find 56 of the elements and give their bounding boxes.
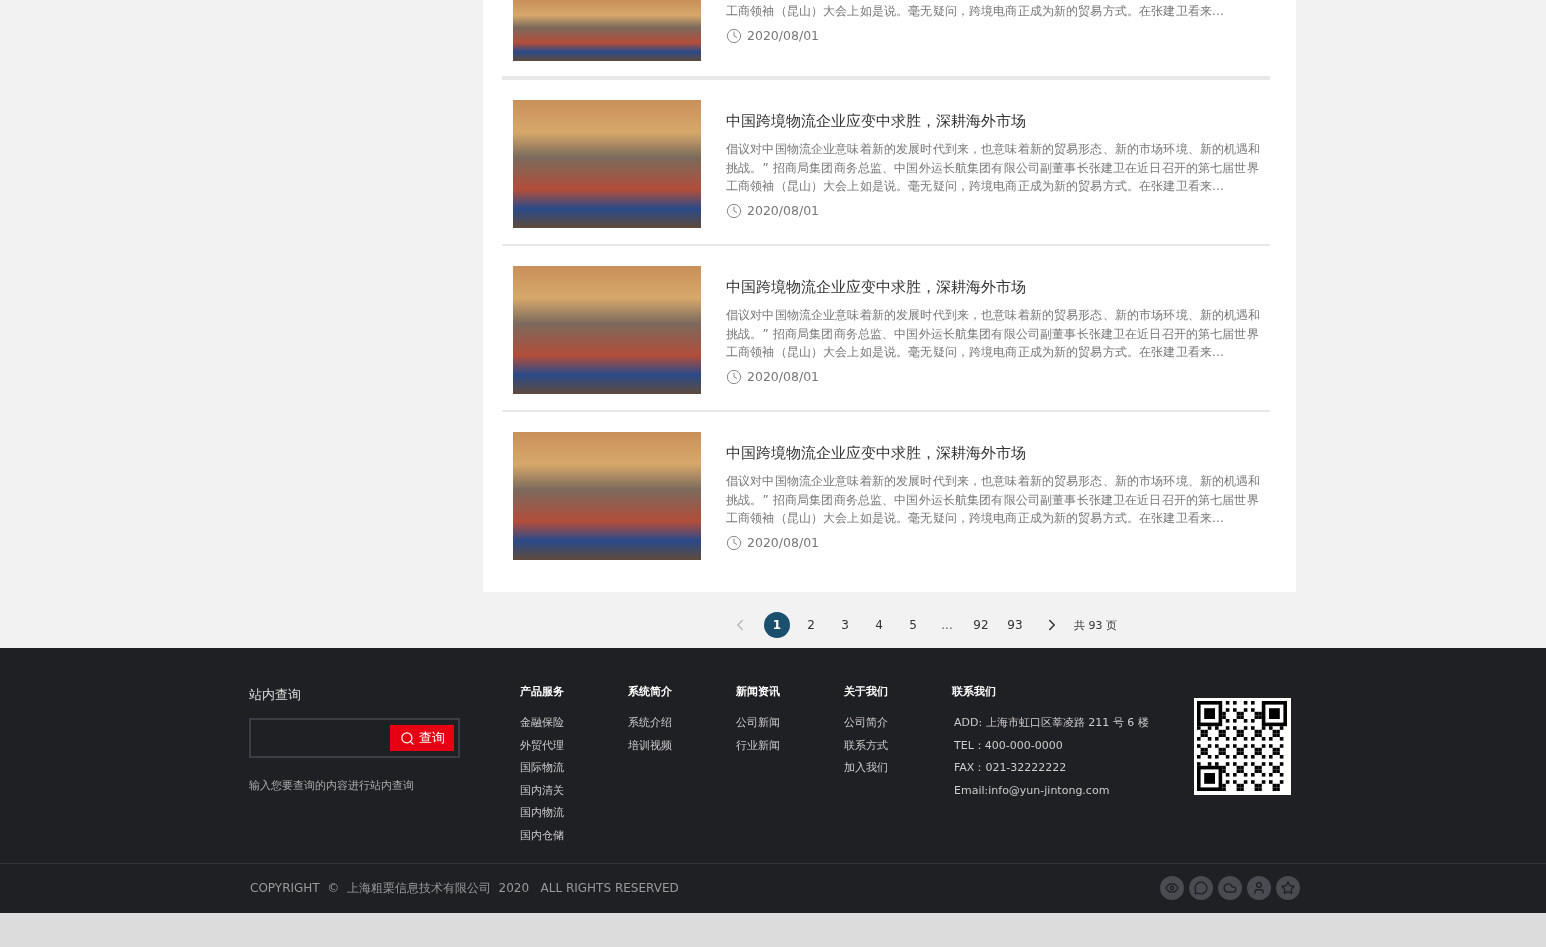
footer-link[interactable]: 外贸代理 (520, 737, 628, 755)
article-date: 2020/08/01 (747, 203, 820, 219)
page-button[interactable]: 4 (866, 612, 892, 638)
footer-link[interactable]: 国内清关 (520, 782, 628, 800)
search-hint: 输入您要查询的内容进行站内查询 (249, 778, 415, 793)
footer-column-title: 产品服务 (520, 684, 565, 699)
article-date: 2020/08/01 (747, 369, 820, 385)
footer-link[interactable]: 公司新闻 (736, 715, 844, 732)
article-date: 2020/08/01 (747, 535, 820, 551)
page-button[interactable]: 1 (764, 612, 790, 638)
article-date: 2020/08/01 (747, 28, 820, 44)
article-excerpt: 倡议对中国物流企业意味着新的发展时代到来，也意味着新的贸易形态、新的市场环境、新的机遇和挑战。” 招商局集团商务总监、中国外运长航集团有限公司副董事长张建卫在近日召开的第七届世界工商领袖（昆山）大会上如是说。毫无疑问，跨境电商正成为新的贸易方式。在张建卫看来... (726, 307, 1262, 362)
article-title[interactable]: 中国跨境物流企业应变中求胜，深耕海外市场 (726, 112, 1262, 130)
chat-bubble-icon[interactable] (1189, 876, 1213, 900)
page-button[interactable]: 3 (832, 612, 858, 638)
copyright-text: COPYRIGHT © 上海粗栗信息技术有限公司 2020 ALL RIGHTS RESERVED (250, 879, 679, 897)
footer-column-title: 关于我们 (844, 684, 889, 699)
footer-link[interactable]: 公司简介 (844, 715, 952, 732)
footer-link[interactable]: 联系方式 (844, 737, 952, 755)
clock-icon (726, 534, 742, 551)
footer-link[interactable]: 金融保险 (520, 715, 628, 732)
page-total: 共 93 页 (1074, 617, 1117, 633)
search-button[interactable]: 查询 (390, 725, 454, 751)
footer-link[interactable]: 系统介绍 (628, 715, 736, 732)
eye-icon[interactable] (1160, 876, 1184, 900)
clock-icon (726, 27, 742, 44)
article-title[interactable]: 中国跨境物流企业应变中求胜，深耕海外市场 (726, 444, 1262, 462)
footer-column-title: 新闻资讯 (736, 684, 781, 699)
cloud-icon[interactable] (1218, 876, 1242, 900)
contact-line: ADD: 上海市虹口区莘凌路 211 号 6 楼 (954, 715, 1150, 731)
search-icon (399, 730, 415, 746)
clock-icon (726, 368, 742, 385)
page-button[interactable]: 93 (1002, 612, 1028, 638)
footer-column-title: 联系我们 (952, 684, 997, 699)
footer-link[interactable]: 加入我们 (844, 760, 952, 777)
footer-link[interactable]: 国内仓储 (520, 827, 628, 845)
footer-link[interactable]: 行业新闻 (736, 737, 844, 755)
footer-column-title: 系统简介 (628, 684, 673, 699)
clock-icon (726, 202, 742, 219)
article-excerpt: 倡议对中国物流企业意味着新的发展时代到来，也意味着新的贸易形态、新的市场环境、新的机遇和挑战。” 招商局集团商务总监、中国外运长航集团有限公司副董事长张建卫在近日召开的第七届世界工商领袖（昆山）大会上如是说。毫无疑问，跨境电商正成为新的贸易方式。在张建卫看来... (726, 141, 1262, 196)
page-ellipsis: ... (940, 618, 954, 632)
page-button[interactable]: 5 (900, 612, 926, 638)
page-button[interactable]: 92 (968, 612, 994, 638)
footer-link[interactable]: 国际物流 (520, 760, 628, 777)
search-title: 站内查询 (249, 686, 302, 704)
person-icon[interactable] (1247, 876, 1271, 900)
contact-line: Email:info@yun-jintong.com (954, 782, 1111, 799)
article-excerpt: 倡议对中国物流企业意味着新的发展时代到来，也意味着新的贸易形态、新的市场环境、新的机遇和挑战。” 招商局集团商务总监、中国外运长航集团有限公司副董事长张建卫在近日召开的第七届世界工商领袖（昆山）大会上如是说。毫无疑问，跨境电商正成为新的贸易方式。在张建卫看来... (726, 473, 1262, 528)
page-button[interactable]: 2 (798, 612, 824, 638)
contact-line: FAX：021-32222222 (954, 760, 1068, 777)
contact-line: TEL：400-000-0000 (954, 737, 1064, 754)
footer-link[interactable]: 国内物流 (520, 805, 628, 822)
article-excerpt: 工商领袖（昆山）大会上如是说。毫无疑问，跨境电商正成为新的贸易方式。在张建卫看来... (726, 3, 1225, 20)
search-field[interactable]: 查询 (249, 718, 460, 758)
article-title[interactable]: 中国跨境物流企业应变中求胜，深耕海外市场 (726, 278, 1262, 296)
footer-link[interactable]: 培训视频 (628, 737, 736, 755)
